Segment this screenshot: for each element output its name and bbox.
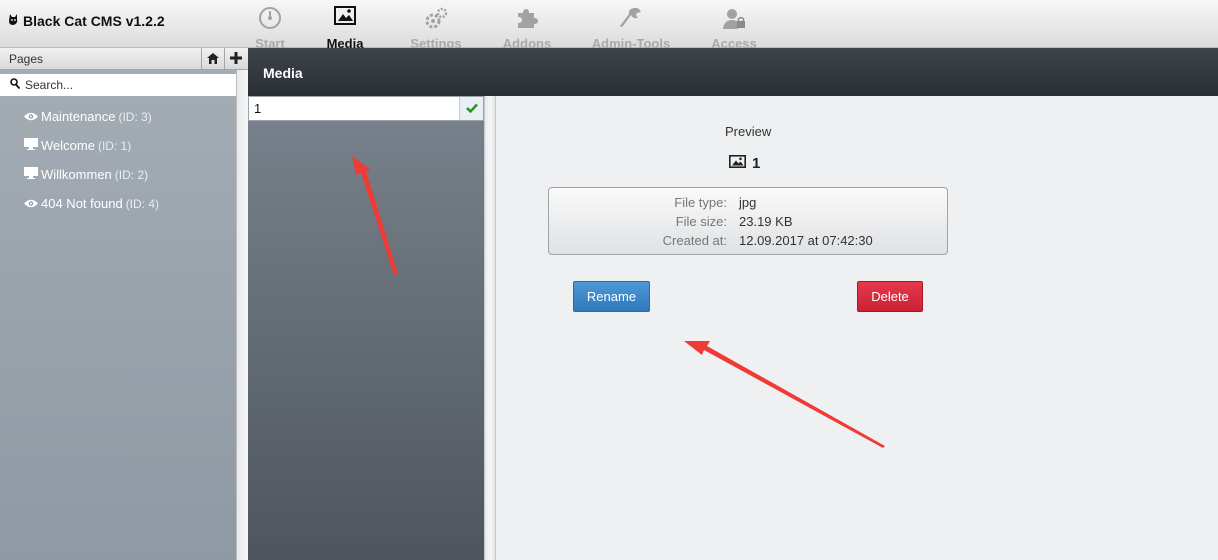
nav-start[interactable]: Start	[240, 0, 300, 51]
eye-icon	[24, 109, 38, 124]
preview-panel: Preview 1 File type: jpg File size: 23.1…	[496, 96, 1218, 560]
tree-item-welcome[interactable]: Welcome (ID: 1)	[24, 131, 159, 160]
preview-name-text: 1	[752, 155, 761, 172]
file-size-row: File size: 23.19 KB	[549, 214, 949, 233]
app-title: Black Cat CMS v1.2.2	[23, 13, 165, 29]
tree-item-label: 404 Not found	[41, 196, 123, 211]
monitor-icon	[24, 167, 38, 182]
created-at-key: Created at:	[662, 233, 727, 248]
top-bar: Black Cat CMS v1.2.2 Start Media Setting…	[0, 0, 1218, 51]
filename-input[interactable]	[249, 97, 459, 120]
created-at-value: 12.09.2017 at 07:42:30	[739, 233, 873, 248]
tree-item-label: Maintenance	[41, 109, 116, 124]
cat-logo-icon	[8, 13, 19, 29]
created-at-row: Created at: 12.09.2017 at 07:42:30	[549, 233, 949, 252]
preview-label: Preview	[725, 124, 772, 139]
tree-item-label: Welcome	[41, 138, 95, 153]
media-title: Media	[263, 65, 303, 81]
delete-button[interactable]: Delete	[857, 281, 923, 312]
tree-item-id: (ID: 4)	[125, 196, 160, 211]
monitor-icon	[24, 138, 38, 153]
nav-access[interactable]: Access	[690, 0, 778, 51]
dashboard-gauge-icon	[258, 6, 282, 33]
nav-settings[interactable]: Settings	[390, 0, 482, 51]
page-search-field[interactable]: Search...	[0, 74, 236, 96]
tree-item-id: (ID: 2)	[114, 167, 149, 182]
rename-button[interactable]: Rename	[573, 281, 650, 312]
image-icon	[334, 6, 356, 28]
file-info-box: File type: jpg File size: 23.19 KB Creat…	[548, 187, 948, 255]
image-file-icon	[729, 155, 746, 172]
checkmark-icon	[465, 101, 478, 116]
media-header-bar: Media	[248, 48, 1218, 96]
tree-item-id: (ID: 1)	[97, 138, 132, 153]
nav-admin-tools[interactable]: Admin-Tools	[572, 0, 690, 51]
search-icon	[10, 78, 21, 92]
file-type-value: jpg	[739, 195, 757, 210]
preview-filename: 1	[729, 155, 760, 172]
wrench-icon	[619, 6, 643, 33]
tree-item-label: Willkommen	[41, 167, 112, 182]
tree-item-willkommen[interactable]: Willkommen (ID: 2)	[24, 160, 159, 189]
main-nav: Start Media Settings Addons Admin-Tools	[240, 0, 778, 51]
nav-media[interactable]: Media	[300, 0, 390, 51]
tree-item-404-not-found[interactable]: 404 Not found (ID: 4)	[24, 189, 159, 218]
file-list-panel	[248, 96, 484, 560]
puzzle-icon	[515, 6, 539, 33]
file-size-value: 23.19 KB	[739, 214, 793, 229]
tree-item-maintenance[interactable]: Maintenance (ID: 3)	[24, 102, 159, 131]
sidebar-header: Pages	[0, 48, 248, 70]
eye-icon	[24, 196, 38, 211]
filename-edit-row	[248, 96, 484, 121]
app-brand[interactable]: Black Cat CMS v1.2.2	[8, 13, 165, 29]
home-button[interactable]	[201, 48, 224, 70]
tree-item-id: (ID: 3)	[118, 109, 152, 124]
sidebar-scrollbar[interactable]	[236, 70, 248, 560]
nav-addons[interactable]: Addons	[482, 0, 572, 51]
gears-icon	[423, 6, 449, 33]
search-placeholder: Search...	[25, 78, 74, 92]
file-type-row: File type: jpg	[549, 195, 949, 214]
sidebar-title: Pages	[9, 52, 44, 66]
file-type-key: File type:	[674, 195, 727, 210]
confirm-rename-button[interactable]	[459, 97, 483, 120]
page-tree: Maintenance (ID: 3) Welcome (ID: 1) Will…	[24, 102, 159, 218]
plus-icon	[230, 51, 242, 67]
panel-splitter[interactable]	[484, 96, 496, 560]
file-size-key: File size:	[675, 214, 727, 229]
user-lock-icon	[722, 6, 746, 33]
add-page-button[interactable]	[224, 48, 247, 70]
pages-sidebar: Pages Search... Maintenance (ID: 3) Welc…	[0, 48, 248, 560]
home-icon	[207, 52, 219, 67]
